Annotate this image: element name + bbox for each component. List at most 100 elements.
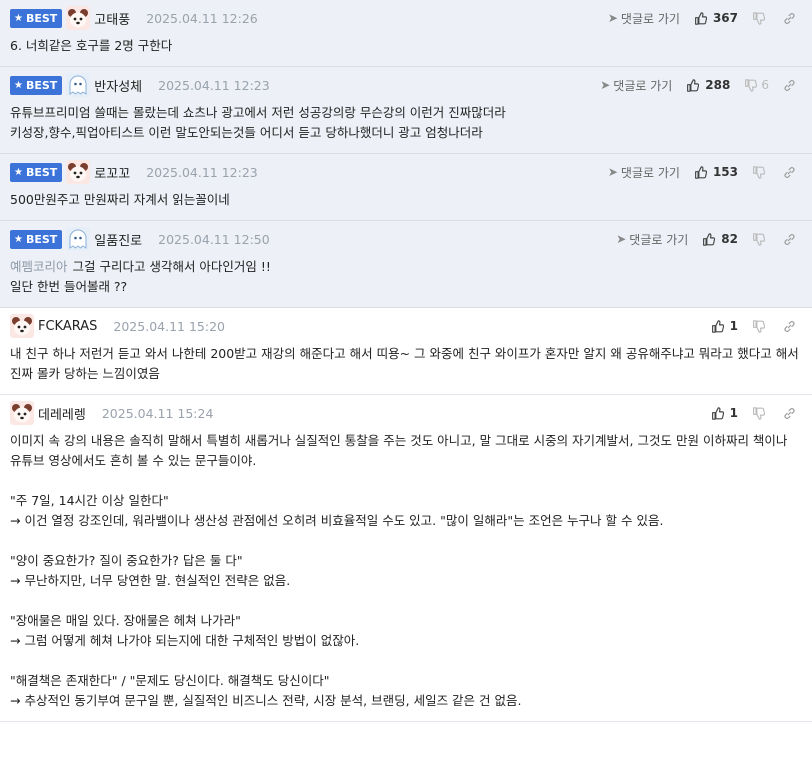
comment-date: 2025.04.11 12:26 [146, 10, 258, 26]
dog-avatar-icon[interactable] [10, 314, 34, 338]
like-button[interactable]: 82 [702, 232, 738, 246]
comment-item: 데레레렝 2025.04.11 15:24 1 이미지 속 강의 내용은 솔직히… [0, 395, 812, 722]
like-button[interactable]: 153 [694, 165, 738, 179]
thumbs-up-icon [703, 232, 716, 246]
ghost-avatar-icon[interactable] [66, 73, 91, 97]
link-icon [784, 233, 795, 245]
thumbs-up-icon [694, 165, 707, 179]
comment-actions: ➤ 댓글로 가기 288 6 [600, 67, 796, 103]
best-label: BEST [25, 165, 58, 179]
comment-body: 유튜브프리미엄 쓸때는 몰랐는데 쇼츠나 광고에서 저런 성공강의랑 무슨강의 … [10, 105, 506, 140]
comment-actions: 1 [711, 308, 796, 344]
dog-avatar-icon[interactable] [66, 160, 91, 184]
like-count: 1 [729, 319, 738, 333]
comment-body: 이미지 속 강의 내용은 솔직히 말해서 특별히 새롭거나 실질적인 통찰을 주… [10, 433, 788, 708]
dog-avatar-icon[interactable] [66, 6, 91, 30]
dog-avatar-icon[interactable] [10, 401, 34, 425]
like-count: 153 [712, 165, 738, 179]
thumbs-up-icon [687, 78, 700, 92]
thumbs-down-icon [753, 319, 765, 333]
comment-actions: ➤ 댓글로 가기 82 [616, 221, 796, 257]
comment-item: ★ BEST 일품진로 2025.04.11 12:50 ➤ 댓글로 가기 82 예… [0, 221, 812, 308]
comment-header: ★ BEST 일품진로 2025.04.11 12:50 ➤ 댓글로 가기 82 [10, 221, 802, 257]
link-icon [784, 79, 795, 91]
thumbs-up-icon [711, 319, 724, 333]
comment-item: FCKARAS 2025.04.11 15:20 1 내 친구 하나 저런거 듣… [0, 308, 812, 395]
comment-text: 500만원주고 만원짜리 자계서 읽는꼴이네 [10, 190, 802, 220]
star-icon: ★ [14, 79, 23, 91]
link-button[interactable] [783, 407, 796, 420]
comment-list: ★ BEST 고태풍 2025.04.11 12:26 ➤ 댓글로 가기 367 6… [0, 0, 812, 722]
like-count: 367 [712, 11, 738, 25]
dislike-button[interactable] [752, 11, 769, 25]
link-button[interactable] [783, 320, 796, 333]
thumbs-down-icon [753, 406, 765, 420]
like-count: 1 [729, 406, 738, 420]
dislike-button[interactable] [752, 232, 769, 246]
comment-body: 내 친구 하나 저런거 듣고 와서 나한테 200받고 재강의 해준다고 해서 … [10, 346, 799, 381]
dislike-button[interactable] [752, 406, 769, 420]
comment-text: 6. 너희같은 호구를 2명 구한다 [10, 36, 802, 66]
reply-link[interactable]: ➤ 댓글로 가기 [600, 77, 672, 94]
best-badge: ★ BEST [10, 75, 63, 95]
dislike-count: 6 [761, 78, 769, 92]
like-button[interactable]: 1 [711, 319, 738, 333]
nickname[interactable]: 데레레렝 [38, 404, 86, 423]
like-count: 288 [705, 78, 731, 92]
like-button[interactable]: 288 [686, 78, 730, 92]
ghost-avatar-icon[interactable] [66, 227, 91, 251]
comment-text: 내 친구 하나 저런거 듣고 와서 나한테 200받고 재강의 해준다고 해서 … [10, 344, 802, 394]
star-icon: ★ [14, 233, 23, 245]
comment-date: 2025.04.11 12:23 [158, 77, 270, 93]
send-arrow-icon: ➤ [607, 165, 618, 179]
like-button[interactable]: 1 [711, 406, 738, 420]
comment-date: 2025.04.11 12:23 [146, 164, 258, 180]
thumbs-down-icon [753, 11, 765, 25]
comment-text: 이미지 속 강의 내용은 솔직히 말해서 특별히 새롭거나 실질적인 통찰을 주… [10, 431, 802, 721]
reply-label: 댓글로 가기 [620, 11, 680, 26]
star-icon: ★ [14, 12, 23, 24]
nickname[interactable]: 로꼬꼬 [94, 163, 130, 182]
comment-date: 2025.04.11 15:20 [113, 318, 225, 334]
reply-link[interactable]: ➤ 댓글로 가기 [608, 164, 680, 181]
link-button[interactable] [783, 79, 796, 92]
comment-item: ★ BEST 로꼬꼬 2025.04.11 12:23 ➤ 댓글로 가기 153 5… [0, 154, 812, 221]
dislike-button[interactable]: 6 [744, 78, 769, 92]
link-button[interactable] [783, 12, 796, 25]
dislike-button[interactable] [752, 319, 769, 333]
reply-link[interactable]: ➤ 댓글로 가기 [608, 10, 680, 27]
link-button[interactable] [783, 233, 796, 246]
thumbs-down-icon [753, 165, 765, 179]
comment-actions: ➤ 댓글로 가기 367 [608, 0, 796, 36]
comment-header: FCKARAS 2025.04.11 15:20 1 [10, 308, 802, 344]
comment-date: 2025.04.11 12:50 [158, 231, 270, 247]
comment-body: 6. 너희같은 호구를 2명 구한다 [10, 38, 173, 53]
link-icon [784, 166, 795, 178]
comment-text: 예펨코리아 그걸 구리다고 생각해서 아다인거임 !! 일단 한번 들어볼래 ?? [10, 257, 802, 307]
reply-link[interactable]: ➤ 댓글로 가기 [616, 231, 688, 248]
comment-text: 유튜브프리미엄 쓸때는 몰랐는데 쇼츠나 광고에서 저런 성공강의랑 무슨강의 … [10, 103, 802, 153]
comment-header: 데레레렝 2025.04.11 15:24 1 [10, 395, 802, 431]
comment-prefix[interactable]: 예펨코리아 [10, 259, 68, 274]
nickname[interactable]: 고태풍 [94, 9, 130, 28]
thumbs-down-icon [745, 78, 758, 92]
link-icon [784, 12, 795, 24]
send-arrow-icon: ➤ [607, 11, 618, 25]
comment-date: 2025.04.11 15:24 [101, 405, 214, 421]
comment-actions: ➤ 댓글로 가기 153 [608, 154, 796, 190]
comment-header: ★ BEST 로꼬꼬 2025.04.11 12:23 ➤ 댓글로 가기 153 [10, 154, 802, 190]
nickname[interactable]: 일품진로 [94, 230, 142, 249]
comment-header: ★ BEST 반자성체 2025.04.11 12:23 ➤ 댓글로 가기 288 … [10, 67, 802, 103]
link-button[interactable] [783, 166, 796, 179]
comment-actions: 1 [711, 395, 796, 431]
comment-item: ★ BEST 고태풍 2025.04.11 12:26 ➤ 댓글로 가기 367 6… [0, 0, 812, 67]
best-badge: ★ BEST [10, 162, 63, 182]
thumbs-up-icon [711, 406, 724, 420]
dislike-button[interactable] [752, 165, 769, 179]
comment-item: ★ BEST 반자성체 2025.04.11 12:23 ➤ 댓글로 가기 288 … [0, 67, 812, 154]
reply-label: 댓글로 가기 [620, 165, 680, 180]
nickname[interactable]: FCKARAS [38, 319, 97, 334]
like-button[interactable]: 367 [694, 11, 738, 25]
nickname[interactable]: 반자성체 [94, 76, 142, 95]
star-icon: ★ [14, 166, 23, 178]
